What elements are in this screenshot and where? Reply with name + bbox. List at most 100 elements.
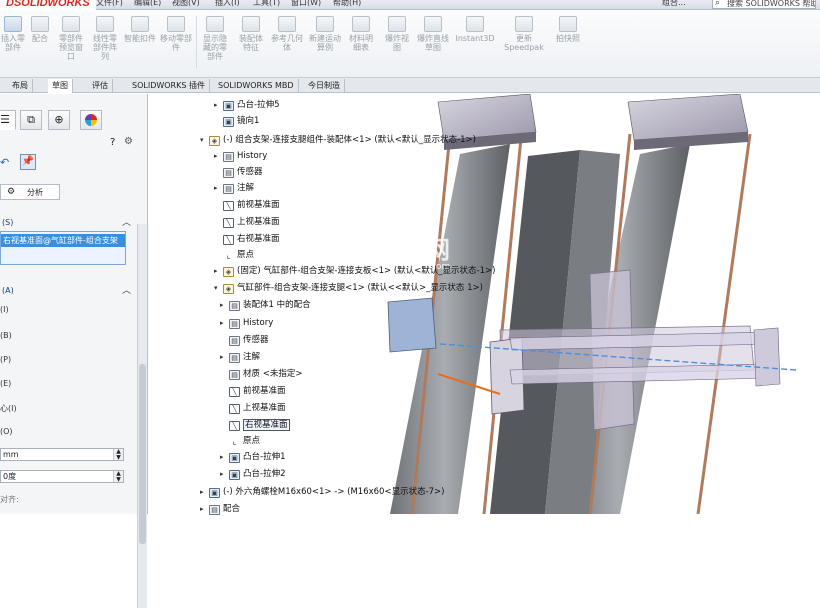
tree-node[interactable]: ▤ 传感器 [214, 165, 263, 180]
solidworks-logo[interactable]: DSOLIDWORKS [0, 0, 96, 10]
menu-view[interactable]: 视图(V) [172, 0, 200, 8]
tree-node[interactable]: ▸ ▣ 凸台-拉伸1 [220, 450, 285, 465]
tree-node[interactable]: ╲ 前视基准面 [220, 384, 286, 399]
component-preview-button[interactable]: 零部件预览窗口 [56, 16, 86, 61]
new-motion-study-button[interactable]: 新建运动算例 [308, 16, 342, 52]
options-group-header[interactable]: (A) ︿ [0, 284, 137, 298]
tree-node[interactable]: ▸ ▤ History [220, 316, 273, 331]
tree-node[interactable]: ╲ 上视基准面 [220, 401, 286, 416]
search-input[interactable]: ⌕ 搜索 SOLIDWORKS 帮助 [712, 0, 816, 9]
tree-node[interactable]: ▾ ◈ (-) 组合支架-连接支腿组件-装配体<1> (默认<默认_显示状态-1>) [200, 133, 476, 148]
scrollbar-thumb[interactable] [139, 364, 146, 544]
tree-node[interactable]: ╲ 前视基准面 [214, 198, 280, 213]
tree-node[interactable]: ▸ ▣ 凸台-拉伸2 [220, 467, 285, 482]
smart-fastener-button[interactable]: 智能扣件 [124, 16, 156, 43]
tab-solidworks-addins[interactable]: SOLIDWORKS 插件 [128, 79, 210, 93]
panel-scrollbar[interactable] [137, 224, 147, 608]
expand-toggle-icon[interactable]: ▸ [220, 350, 229, 365]
move-component-button[interactable]: 移动零部件 [160, 16, 192, 52]
spin-arrows-icon[interactable]: ▲ ▼ [113, 471, 123, 483]
selected-reference[interactable]: 右视基准面@气缸部件-组合支架 [1, 234, 125, 247]
configuration-manager-tab[interactable]: ⊕ [48, 110, 70, 130]
spin-arrows-icon[interactable]: ▲ ▼ [113, 449, 123, 461]
expand-toggle-icon[interactable]: ▸ [220, 298, 229, 313]
menu-insert[interactable]: 插入(I) [215, 0, 240, 8]
display-manager-tab[interactable] [80, 110, 102, 130]
tree-node[interactable]: ╲ 上视基准面 [214, 215, 280, 230]
explode-line-sketch-button[interactable]: 爆炸直线草图 [416, 16, 450, 52]
menu-edit[interactable]: 编辑(E) [134, 0, 161, 8]
tree-node[interactable]: ▸ ◈ (固定) 气缸部件-组合支架-连接支板<1> (默认<默认_显示状态-1>) [214, 264, 495, 279]
tab-layout[interactable]: 布局 [8, 79, 33, 93]
tree-node[interactable]: ▸ ▤ History [214, 149, 267, 164]
tree-node[interactable]: ▸ ▤ 注解 [214, 181, 254, 196]
pin-button[interactable]: 📌 [20, 154, 36, 170]
exploded-view-button[interactable]: 爆炸视图 [382, 16, 412, 52]
option-radio-1[interactable]: (I) [0, 305, 9, 314]
tree-node[interactable]: ╲ 右视基准面 [214, 232, 280, 247]
expand-toggle-icon[interactable]: ▾ [214, 281, 223, 296]
tree-node[interactable]: ▤ 材质 <未指定> [220, 367, 302, 382]
tab-evaluate[interactable]: 评估 [88, 79, 113, 93]
menu-window[interactable]: 窗口(W) [291, 0, 321, 8]
show-hidden-button[interactable]: 显示隐藏的零部件 [200, 16, 230, 61]
expand-toggle-icon[interactable]: ▸ [220, 450, 229, 465]
tree-node[interactable]: ▸ ▣ (-) 外六角螺栓M16x60<1> -> (M16x60<显示状态-7>) [200, 485, 445, 500]
tree-node[interactable]: ⌞ 原点 [214, 248, 254, 263]
tree-node[interactable]: ▸ ▤ 装配体1 中的配合 [220, 298, 311, 313]
tree-node[interactable]: ▤ 传感器 [220, 333, 269, 348]
tree-node[interactable]: ▸ ▤ 注解 [220, 350, 260, 365]
selection-list[interactable]: 右视基准面@气缸部件-组合支架 [0, 231, 126, 265]
tree-node-label: 气缸部件-组合支架-连接支腿<1> (默认<<默认>_显示状态 1>) [237, 283, 483, 293]
expand-toggle-icon[interactable]: ▸ [220, 467, 229, 482]
bom-button[interactable]: 材料明细表 [346, 16, 376, 52]
tab-sketch[interactable]: 草图 [48, 79, 73, 93]
linear-pattern-button[interactable]: 线性零部件阵列 [90, 16, 120, 61]
selection-group-header[interactable]: (S) ︿ [0, 216, 137, 230]
insert-component-button[interactable]: 插入零部件 [0, 16, 26, 52]
option-radio-6[interactable]: (O) [0, 427, 13, 436]
distance-field[interactable]: mm ▲ ▼ [0, 448, 124, 461]
expand-toggle-icon[interactable]: ▸ [200, 485, 209, 500]
command-manager-ribbon: 插入零部件 配合 零部件预览窗口 线性零部件阵列 智能扣件 移动零部件 显示隐藏… [0, 10, 820, 78]
assembly-feature-button[interactable]: 装配体特征 [236, 16, 266, 52]
option-radio-5[interactable]: 心(I) [0, 403, 17, 414]
reference-geometry-button[interactable]: 参考几何体 [270, 16, 304, 52]
option-radio-4[interactable]: (E) [0, 379, 11, 388]
tree-node[interactable]: ▸ ▣ 凸台-拉伸5 [214, 98, 279, 113]
expand-toggle-icon[interactable]: ▸ [200, 502, 209, 517]
expand-toggle-icon[interactable]: ▸ [214, 98, 223, 113]
tab-solidworks-mbd[interactable]: SOLIDWORKS MBD [214, 79, 299, 93]
tree-node[interactable]: ⌞ 原点 [220, 434, 260, 449]
tree-node[interactable]: ▣ 镜向1 [214, 114, 259, 129]
end-bracket[interactable] [753, 327, 781, 387]
mate-button[interactable]: 配合 [28, 16, 52, 43]
tab-today-manufacturing[interactable]: 今日制造 [304, 79, 345, 93]
end-cap-right[interactable] [627, 94, 749, 141]
property-manager-tab[interactable]: ⧉ [20, 110, 42, 130]
expand-toggle-icon[interactable]: ▸ [214, 264, 223, 279]
option-radio-3[interactable]: (P) [0, 355, 11, 364]
settings-icon[interactable]: ⚙ [124, 136, 133, 147]
menu-help[interactable]: 帮助(H) [333, 0, 361, 8]
menu-file[interactable]: 文件(F) [96, 0, 123, 8]
undo-icon[interactable]: ↶ [0, 156, 9, 169]
plane-icon: ╲ [223, 218, 234, 228]
feature-manager-tab[interactable]: ☰ [0, 110, 16, 130]
count-field[interactable]: 0度 ▲ ▼ [0, 470, 124, 483]
tree-node[interactable]: ▸ ▤ 配合 [200, 502, 240, 517]
expand-toggle-icon[interactable]: ▸ [214, 149, 223, 164]
option-radio-2[interactable]: (B) [0, 331, 12, 340]
update-speedpak-button[interactable]: 更新Speedpak [502, 16, 546, 52]
tree-node[interactable]: ▾ ◈ 气缸部件-组合支架-连接支腿<1> (默认<<默认>_显示状态 1>) [214, 281, 483, 296]
expand-toggle-icon[interactable]: ▸ [214, 181, 223, 196]
instant3d-button[interactable]: Instant3D [454, 16, 496, 43]
help-icon[interactable]: ? [110, 137, 115, 148]
expand-toggle-icon[interactable]: ▸ [220, 316, 229, 331]
expand-toggle-icon[interactable]: ▾ [200, 133, 209, 148]
analysis-tab[interactable]: ⚙ 分析 [0, 184, 60, 200]
tree-node[interactable]: ╲ 右视基准面 [220, 418, 290, 433]
menu-tools[interactable]: 工具(T) [253, 0, 280, 8]
snapshot-button[interactable]: 拍快照 [552, 16, 584, 43]
tie-rod[interactable] [696, 133, 752, 514]
